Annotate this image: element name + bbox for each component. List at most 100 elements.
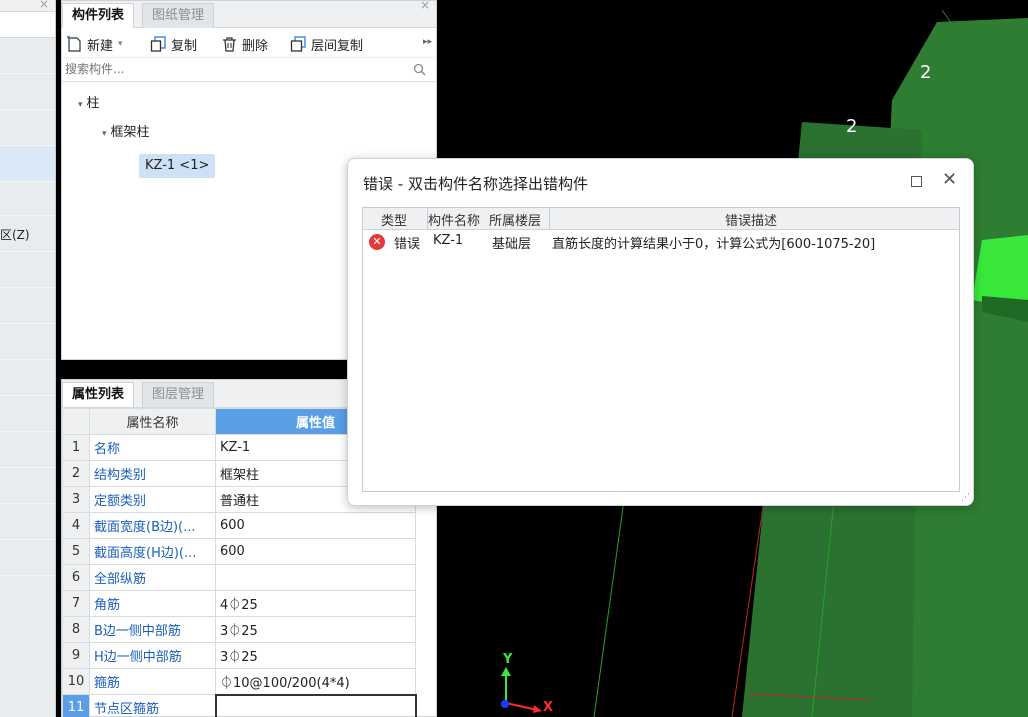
table-row[interactable]: 6 全部纵筋 xyxy=(62,564,416,591)
property-value[interactable] xyxy=(215,564,416,591)
axis-gizmo xyxy=(501,667,542,713)
floor-copy-icon xyxy=(290,35,306,52)
delete-button-label: 删除 xyxy=(242,38,269,54)
tree-collapse-icon[interactable]: ▾ xyxy=(102,129,107,139)
tab-property-list[interactable]: 属性列表 xyxy=(62,382,135,407)
axis-y-arrow xyxy=(501,667,511,676)
column-header-type[interactable]: 类型 xyxy=(381,210,407,229)
tab-layer-management[interactable]: 图层管理 xyxy=(142,382,215,407)
component-panel-close-icon[interactable]: × xyxy=(420,0,430,12)
axis-origin xyxy=(501,700,509,708)
left-panel-row[interactable]: 区(Z) xyxy=(0,216,55,252)
property-value[interactable]: ⏀10@100/200(4*4) xyxy=(215,668,416,695)
table-row-selected[interactable]: 11 节点区箍筋 xyxy=(62,693,417,717)
axis-y-label: Y xyxy=(503,652,513,667)
table-row[interactable]: 10 箍筋 ⏀10@100/200(4*4) xyxy=(62,668,416,695)
error-dialog: 错误 - 双击构件名称选择出错构件 ✕ 类型 构件名称 所属楼层 错误描述 ✕ … xyxy=(347,158,974,506)
column-header-description[interactable]: 错误描述 xyxy=(725,210,777,229)
error-type: 错误 xyxy=(394,237,421,252)
left-panel-row[interactable] xyxy=(0,540,55,576)
property-name: 箍筋 xyxy=(89,668,216,695)
column-header-floor[interactable]: 所属楼层 xyxy=(489,210,541,229)
tab-drawing-management[interactable]: 图纸管理 xyxy=(142,3,215,28)
column-header-component[interactable]: 构件名称 xyxy=(428,210,480,229)
error-table-header: 类型 构件名称 所属楼层 错误描述 xyxy=(363,208,959,230)
table-row[interactable]: 8 B边一侧中部筋 3⏀25 xyxy=(62,616,416,643)
axis-x-line xyxy=(505,702,538,711)
axis-x-arrow xyxy=(533,705,542,713)
component-toolbar: 新建 ▾ 复制 删除 层间复制 ▸▸ xyxy=(62,28,436,58)
property-name: 角筋 xyxy=(89,590,216,617)
tab-component-list[interactable]: 构件列表 xyxy=(62,3,135,28)
property-value[interactable]: 3⏀25 xyxy=(215,642,416,669)
new-button[interactable]: 新建 ▾ xyxy=(66,34,123,54)
property-name: 定额类别 xyxy=(89,486,216,513)
left-panel-row-label: 区(Z) xyxy=(0,228,30,242)
tree-node-frame-column[interactable]: ▾ 框架柱 xyxy=(102,121,150,140)
rebar-line xyxy=(593,499,625,717)
left-panel-row[interactable] xyxy=(0,324,55,360)
property-name: 全部纵筋 xyxy=(89,564,216,591)
left-side-panel: × 区(Z) xyxy=(0,0,56,717)
table-row[interactable]: 7 角筋 4⏀25 xyxy=(62,590,416,617)
header-property-name: 属性名称 xyxy=(89,408,216,435)
row-number: 9 xyxy=(62,642,90,669)
left-panel-close-icon[interactable]: × xyxy=(39,0,49,11)
viewport-label: 2 xyxy=(920,62,932,83)
property-value[interactable]: 600 xyxy=(215,538,416,565)
row-number: 11 xyxy=(62,694,90,717)
axis-x-label: X xyxy=(543,700,554,715)
left-panel-row[interactable] xyxy=(0,74,55,110)
error-icon: ✕ xyxy=(369,234,385,250)
property-name: 截面宽度(B边)(... xyxy=(89,512,216,539)
copy-button[interactable]: 复制 xyxy=(150,34,197,54)
toolbar-more-icon[interactable]: ▸▸ xyxy=(423,37,432,47)
left-panel-row[interactable] xyxy=(0,396,55,432)
chevron-down-icon[interactable]: ▾ xyxy=(118,39,123,49)
left-panel-row[interactable] xyxy=(0,252,55,288)
error-row[interactable]: ✕ 错误 KZ-1 基础层 直筋长度的计算结果小于0，计算公式为[600-107… xyxy=(363,230,959,254)
table-row[interactable]: 9 H边一侧中部筋 3⏀25 xyxy=(62,642,416,669)
row-number: 5 xyxy=(62,538,90,565)
row-number: 8 xyxy=(62,616,90,643)
new-document-icon xyxy=(67,35,81,52)
row-number: 1 xyxy=(62,434,90,461)
left-panel-row[interactable] xyxy=(0,110,55,146)
property-name: 截面高度(H边)(... xyxy=(89,538,216,565)
close-icon[interactable]: ✕ xyxy=(942,169,957,190)
error-component-name[interactable]: KZ-1 xyxy=(433,233,463,248)
property-value[interactable]: 600 xyxy=(215,512,416,539)
left-panel-row[interactable] xyxy=(0,182,55,216)
tree-node-label: 框架柱 xyxy=(110,125,150,140)
delete-button[interactable]: 删除 xyxy=(221,34,268,54)
component-search xyxy=(62,58,436,82)
search-icon[interactable] xyxy=(413,63,426,76)
table-row[interactable]: 5 截面高度(H边)(... 600 xyxy=(62,538,416,565)
row-number: 6 xyxy=(62,564,90,591)
row-number: 2 xyxy=(62,460,90,487)
maximize-icon[interactable] xyxy=(911,176,922,187)
tree-node-column[interactable]: ▾ 柱 xyxy=(78,92,100,111)
component-search-input[interactable] xyxy=(65,58,395,80)
error-description: 直筋长度的计算结果小于0，计算公式为[600-1075-20] xyxy=(552,237,876,252)
viewport-label: 2 xyxy=(846,116,858,137)
property-value[interactable]: 3⏀25 xyxy=(215,616,416,643)
property-name: H边一侧中部筋 xyxy=(89,642,216,669)
tree-leaf-kz-1[interactable]: KZ-1 <1> xyxy=(139,154,216,178)
left-panel-row[interactable] xyxy=(0,468,55,504)
row-number: 4 xyxy=(62,512,90,539)
trash-icon xyxy=(223,36,236,52)
left-panel-row[interactable] xyxy=(0,360,55,396)
left-panel-row[interactable] xyxy=(0,288,55,324)
resize-grip-icon[interactable]: ⋰ xyxy=(961,493,970,503)
property-value[interactable]: 4⏀25 xyxy=(215,590,416,617)
left-panel-row[interactable] xyxy=(0,504,55,540)
table-row[interactable]: 4 截面宽度(B边)(... 600 xyxy=(62,512,416,539)
tree-collapse-icon[interactable]: ▾ xyxy=(78,100,83,110)
property-value-editor[interactable] xyxy=(214,693,417,717)
left-panel-row-selected[interactable] xyxy=(0,146,55,182)
column-divider[interactable] xyxy=(549,208,550,230)
left-panel-row[interactable] xyxy=(0,432,55,468)
left-panel-row[interactable] xyxy=(0,38,55,74)
floor-copy-button[interactable]: 层间复制 xyxy=(290,34,363,54)
